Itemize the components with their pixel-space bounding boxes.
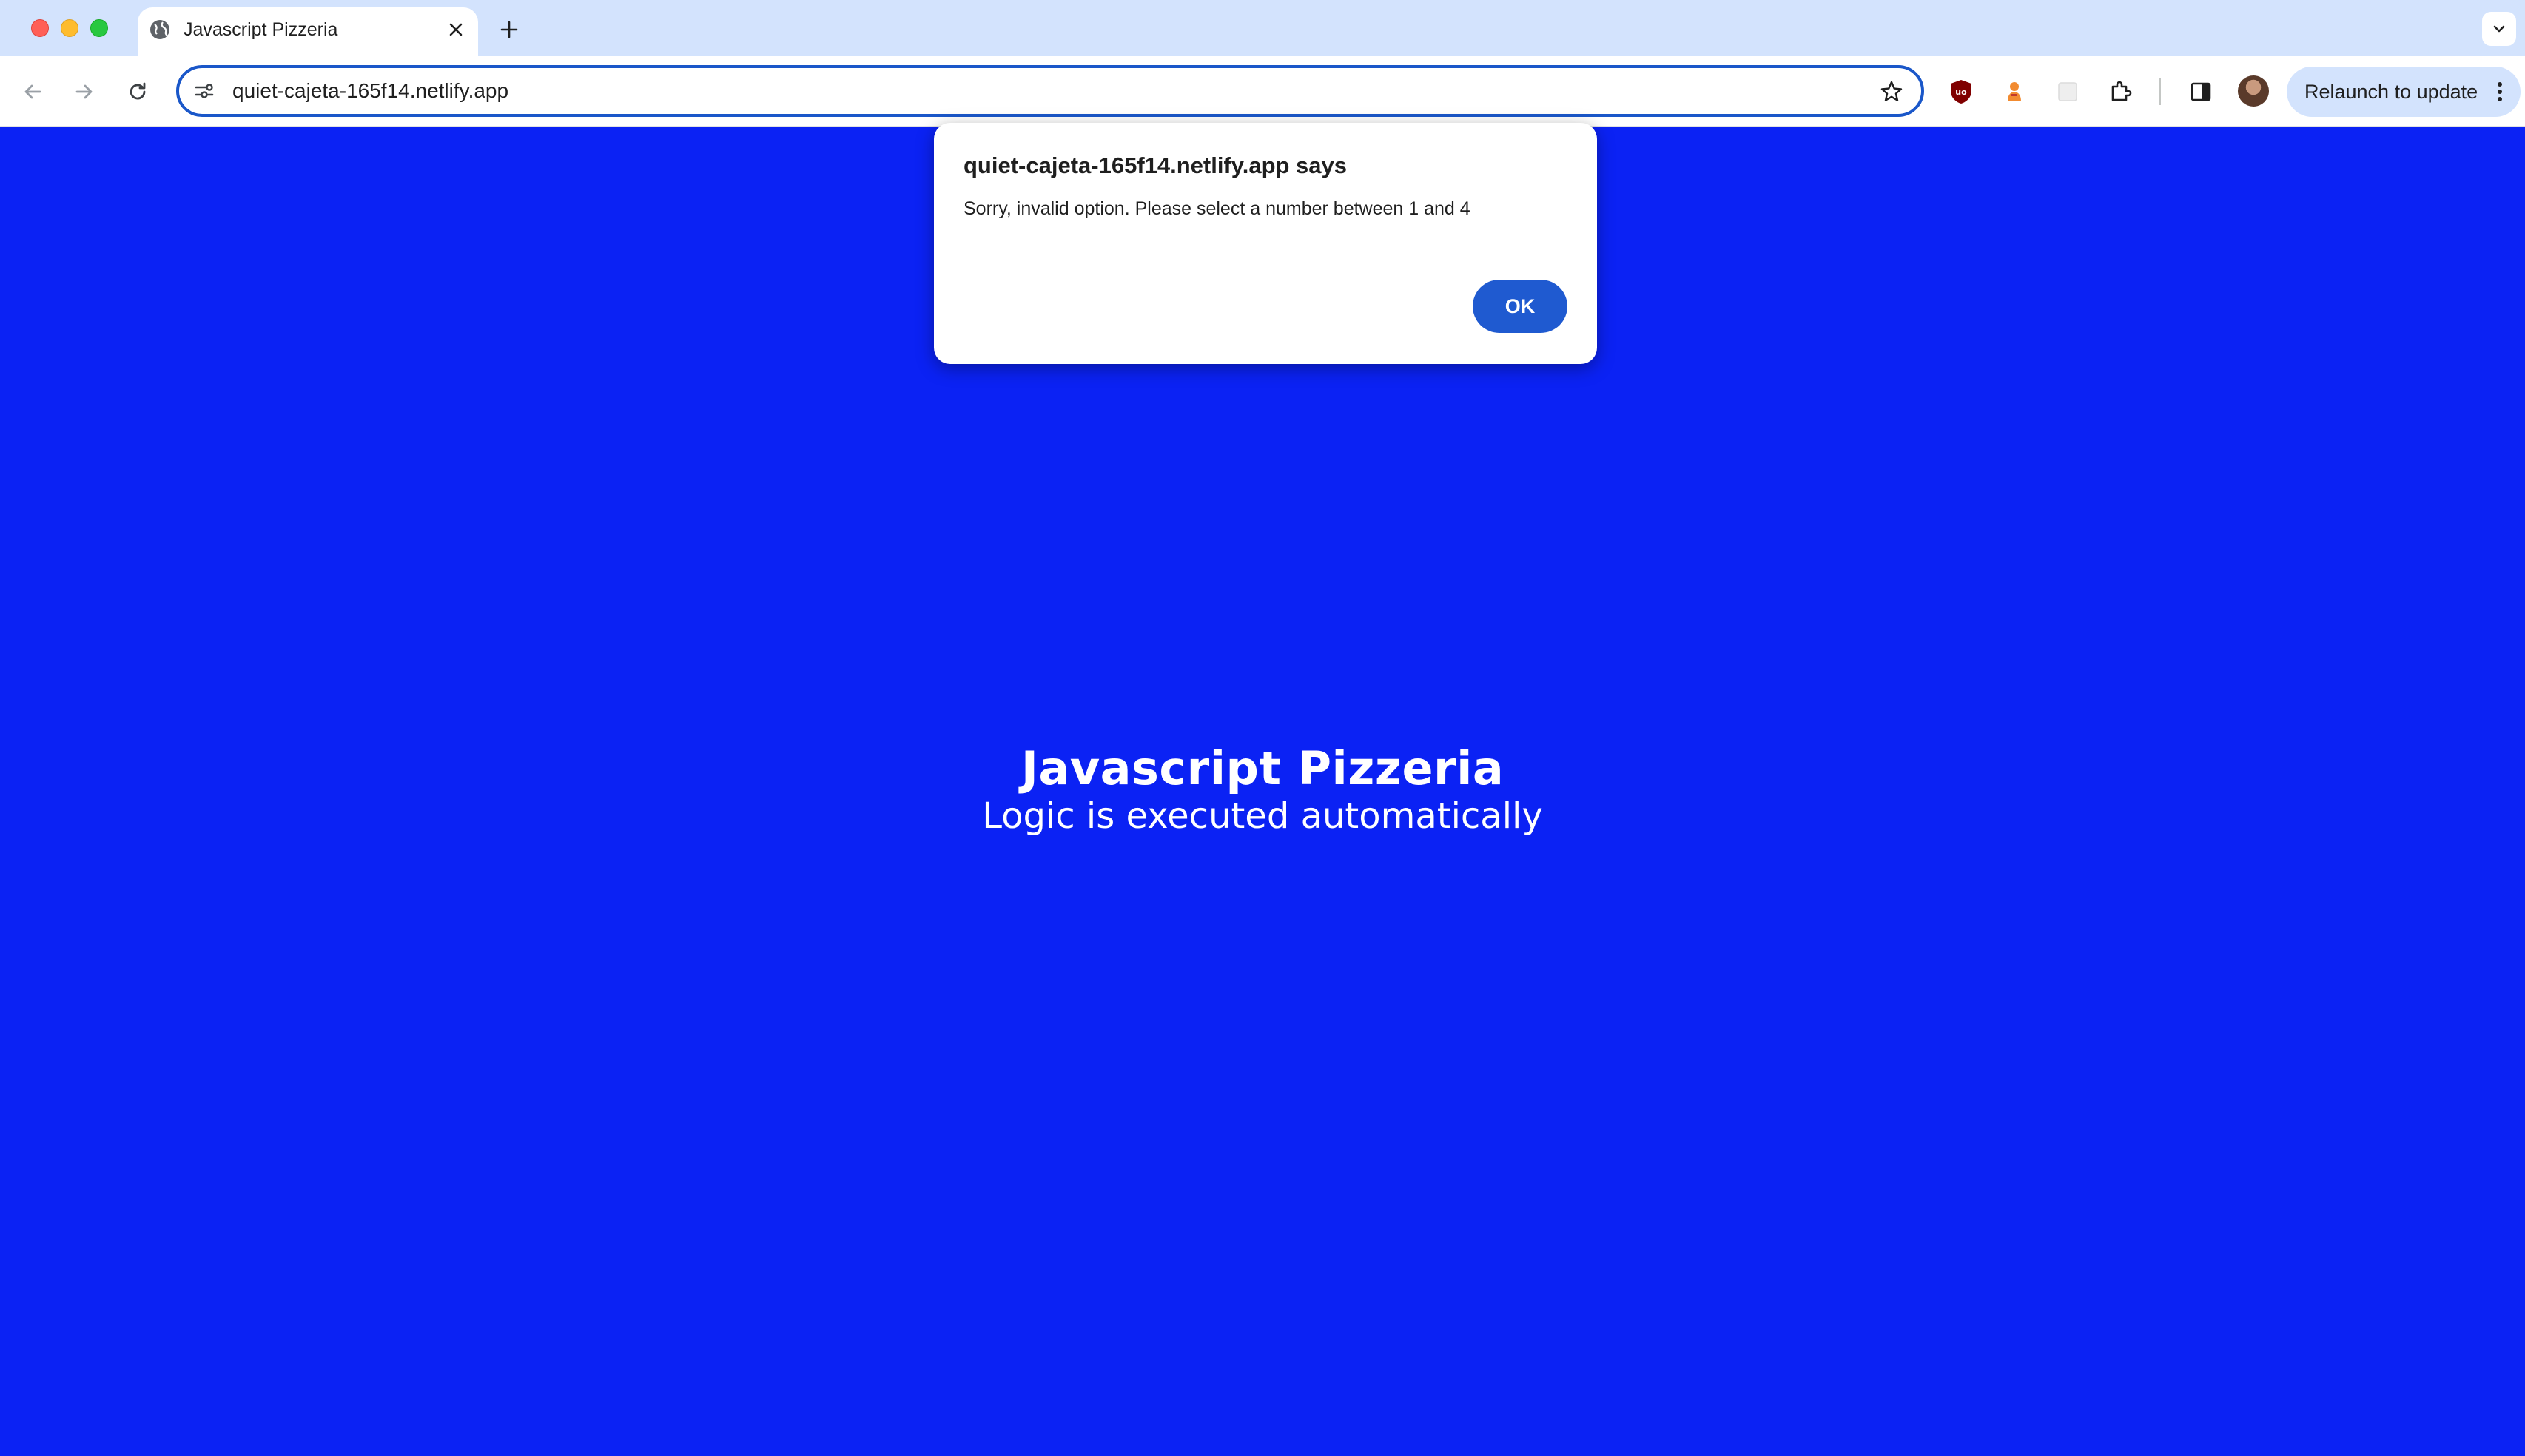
- address-bar[interactable]: quiet-cajeta-165f14.netlify.app: [176, 65, 1924, 117]
- alert-dialog: quiet-cajeta-165f14.netlify.app says Sor…: [934, 123, 1597, 364]
- tab-strip: Javascript Pizzeria: [0, 0, 2525, 56]
- blank-extension-icon[interactable]: [2053, 77, 2082, 107]
- back-arrow-icon[interactable]: [15, 74, 50, 109]
- extensions-puzzle-icon[interactable]: [2106, 77, 2136, 107]
- profile-avatar[interactable]: [2238, 75, 2269, 107]
- dialog-title: quiet-cajeta-165f14.netlify.app says: [964, 152, 1348, 178]
- forward-arrow-icon[interactable]: [67, 74, 102, 109]
- hero: Javascript Pizzeria Logic is executed au…: [0, 741, 2525, 839]
- dialog-message: Sorry, invalid option. Please select a n…: [964, 198, 1470, 219]
- tab-close-icon[interactable]: [444, 18, 468, 41]
- window-close-button[interactable]: [31, 19, 49, 37]
- toolbar-divider: [2159, 78, 2161, 105]
- relaunch-label: Relaunch to update: [2304, 81, 2478, 103]
- relaunch-to-update-button[interactable]: Relaunch to update: [2287, 67, 2521, 117]
- globe-icon: [148, 18, 172, 41]
- side-panel-icon[interactable]: [2186, 77, 2216, 107]
- ublock-origin-extension-icon[interactable]: uo: [1946, 77, 1976, 107]
- tab-title: Javascript Pizzeria: [184, 19, 338, 40]
- window-minimize-button[interactable]: [61, 19, 78, 37]
- browser-toolbar: quiet-cajeta-165f14.netlify.app uo Relau…: [0, 56, 2525, 127]
- tab-javascript-pizzeria[interactable]: Javascript Pizzeria: [138, 7, 478, 56]
- ok-button[interactable]: OK: [1473, 280, 1567, 333]
- site-info-tune-icon[interactable]: [191, 78, 218, 104]
- tab-search-chevron-icon[interactable]: [2482, 12, 2516, 46]
- orange-extension-icon[interactable]: [2000, 77, 2029, 107]
- url-text[interactable]: quiet-cajeta-165f14.netlify.app: [232, 78, 508, 104]
- kebab-menu-icon[interactable]: [2488, 77, 2512, 107]
- new-tab-button[interactable]: [494, 15, 524, 44]
- svg-text:uo: uo: [1955, 87, 1967, 97]
- window-zoom-button[interactable]: [90, 19, 108, 37]
- page-subtitle: Logic is executed automatically: [982, 795, 1543, 837]
- reload-icon[interactable]: [120, 74, 155, 109]
- bookmark-star-icon[interactable]: [1877, 77, 1906, 107]
- page-title: Javascript Pizzeria: [1021, 741, 1504, 795]
